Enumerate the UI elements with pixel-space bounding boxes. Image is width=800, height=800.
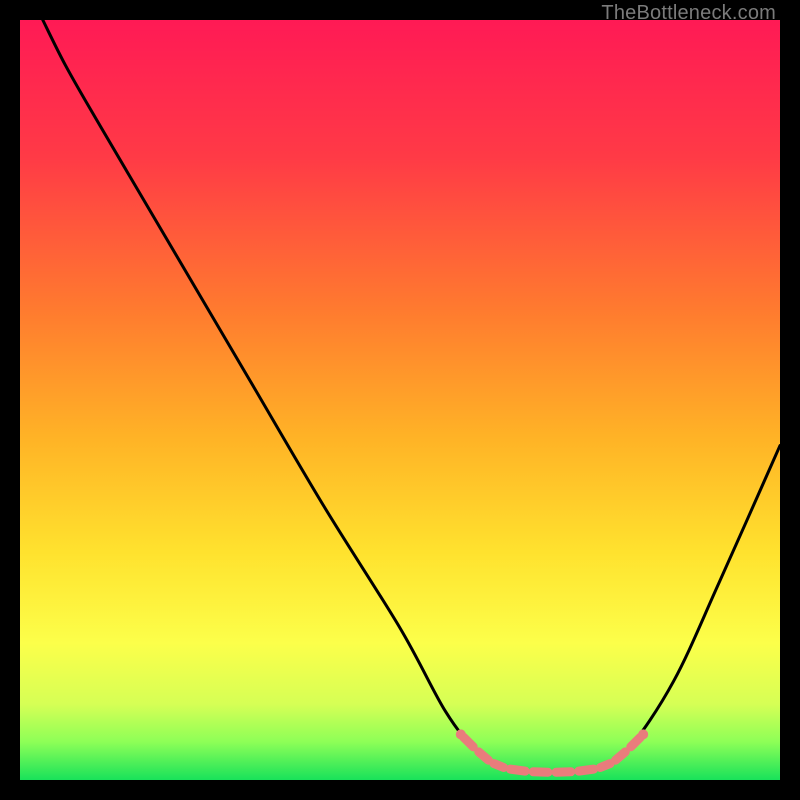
gradient-background — [20, 20, 780, 780]
bottleneck-chart — [20, 20, 780, 780]
watermark-text: TheBottleneck.com — [601, 2, 776, 25]
chart-frame — [20, 20, 780, 780]
